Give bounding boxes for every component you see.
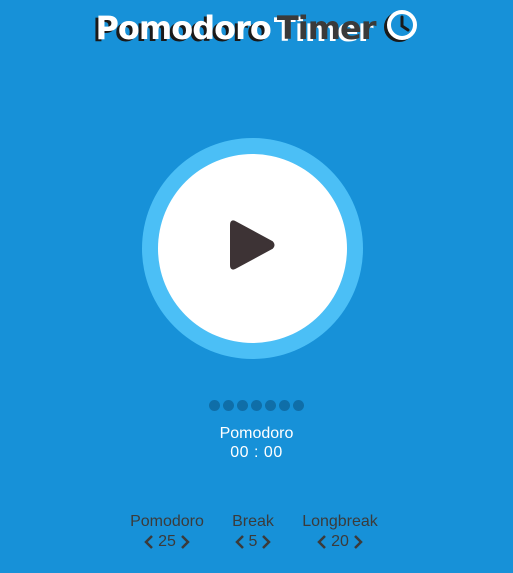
current-mode-label: Pomodoro bbox=[219, 425, 294, 442]
setting-label: Break bbox=[232, 513, 274, 530]
setting-value: 5 bbox=[248, 533, 258, 550]
chevron-right-icon[interactable] bbox=[179, 535, 191, 549]
cycle-dot bbox=[251, 400, 262, 411]
pomodoro-setting: Pomodoro 25 bbox=[117, 513, 217, 551]
clock-icon bbox=[383, 9, 418, 52]
title-word-pomodoro: Pomodoro bbox=[95, 9, 271, 47]
play-icon[interactable] bbox=[230, 218, 276, 277]
chevron-right-icon[interactable] bbox=[352, 535, 364, 549]
cycle-indicator bbox=[0, 400, 513, 411]
cycle-dot bbox=[237, 400, 248, 411]
cycle-dot bbox=[293, 400, 304, 411]
longbreak-setting: Longbreak 20 bbox=[290, 513, 390, 551]
chevron-left-icon[interactable] bbox=[316, 535, 328, 549]
cycle-dot bbox=[223, 400, 234, 411]
title-word-timer: Timer bbox=[276, 9, 377, 47]
cycle-dot bbox=[265, 400, 276, 411]
setting-label: Pomodoro bbox=[130, 513, 204, 530]
break-setting: Break 5 bbox=[223, 513, 283, 551]
time-remaining: 00 : 00 bbox=[230, 444, 283, 461]
cycle-dot bbox=[279, 400, 290, 411]
setting-value: 25 bbox=[158, 533, 176, 550]
chevron-right-icon[interactable] bbox=[260, 535, 272, 549]
chevron-left-icon[interactable] bbox=[234, 535, 246, 549]
setting-label: Longbreak bbox=[302, 513, 378, 530]
setting-value: 20 bbox=[331, 533, 349, 550]
app-title: Pomodoro Timer bbox=[0, 8, 513, 52]
chevron-left-icon[interactable] bbox=[143, 535, 155, 549]
cycle-dot bbox=[209, 400, 220, 411]
